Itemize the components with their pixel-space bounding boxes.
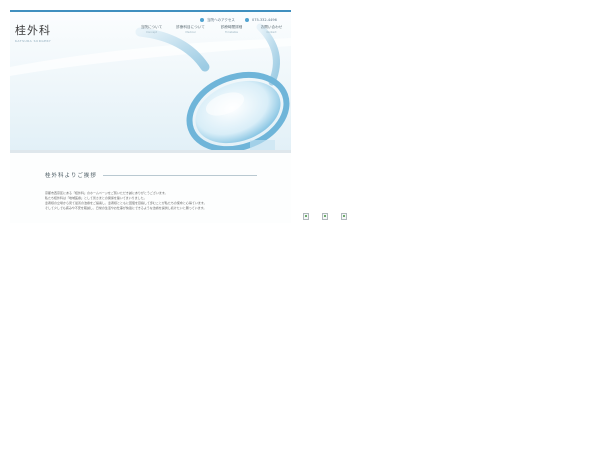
nav-item-label: 当院について bbox=[140, 25, 163, 29]
nav-item-sublabel: Contact bbox=[266, 31, 277, 34]
nav-item-concept[interactable]: 当院について Concept bbox=[135, 25, 168, 34]
greeting-section: 桂外科よりご挨拶 京都市西京区にある「桂外科」のホームページをご覧いただき誠にあ… bbox=[10, 153, 291, 223]
greeting-title-rule bbox=[102, 174, 257, 176]
greeting-body: 京都市西京区にある「桂外科」のホームページをご覧いただき誠にありがとうございます… bbox=[45, 191, 257, 211]
nav-item-medical[interactable]: 診療科目について Medical bbox=[174, 25, 207, 34]
nav-item-label: お問い合わせ bbox=[260, 25, 283, 29]
hero-banner: 桂外科 KATSURA SURGERY 当院へのアクセス 075-332-449… bbox=[10, 12, 291, 152]
phone-link[interactable]: 075-332-4496 bbox=[245, 17, 277, 23]
nav-item-sublabel: Timetable bbox=[225, 31, 238, 34]
phone-number: 075-332-4496 bbox=[252, 18, 277, 22]
logo-subtitle: KATSURA SURGERY bbox=[15, 39, 52, 43]
phone-bullet-icon bbox=[245, 18, 249, 22]
page-container: 桂外科 KATSURA SURGERY 当院へのアクセス 075-332-449… bbox=[10, 10, 291, 223]
nav-item-sublabel: Medical bbox=[185, 31, 196, 34]
logo-text: 桂外科 bbox=[15, 24, 51, 37]
greeting-line: そして少しでも痛みや不安を軽減し、日常の生活やお仕事が快適にできるような治療を提… bbox=[45, 206, 207, 210]
access-link[interactable]: 当院へのアクセス bbox=[200, 17, 235, 23]
greeting-title: 桂外科よりご挨拶 bbox=[45, 173, 97, 179]
nav-item-sublabel: Concept bbox=[146, 31, 157, 34]
broken-image-icon[interactable] bbox=[303, 213, 309, 220]
broken-image-icon[interactable] bbox=[322, 213, 328, 220]
nav-item-label: 診療時間詳細 bbox=[220, 25, 243, 29]
nav-item-timetable[interactable]: 診療時間詳細 Timetable bbox=[215, 25, 248, 34]
nav-item-contact[interactable]: お問い合わせ Contact bbox=[255, 25, 288, 34]
access-label: 当院へのアクセス bbox=[207, 17, 235, 22]
greeting-header: 桂外科よりご挨拶 bbox=[45, 171, 257, 179]
access-bullet-icon bbox=[200, 18, 204, 22]
broken-image-icon[interactable] bbox=[341, 213, 347, 220]
nav-item-label: 診療科目について bbox=[176, 25, 205, 29]
site-logo[interactable]: 桂外科 KATSURA SURGERY bbox=[15, 22, 51, 43]
